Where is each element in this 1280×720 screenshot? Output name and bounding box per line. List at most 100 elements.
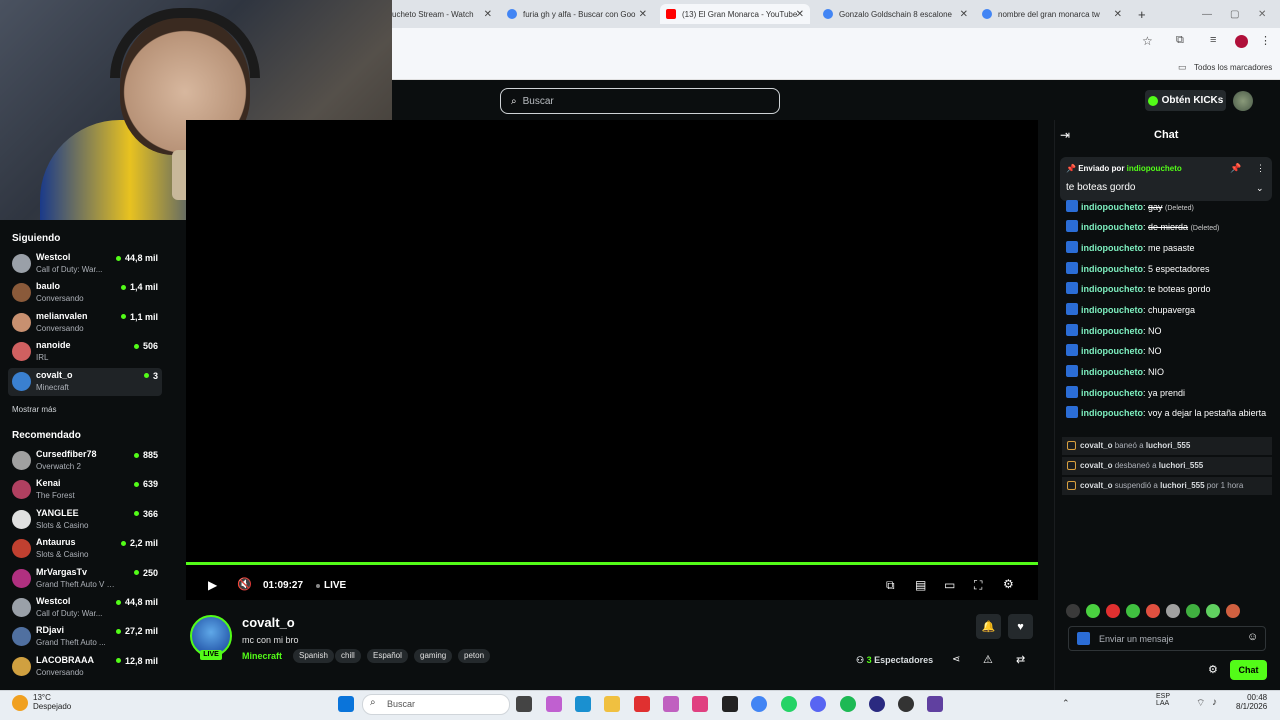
discord-icon[interactable]	[810, 696, 826, 712]
notification-bell-button[interactable]: 🔔	[976, 614, 1001, 639]
sidebar-channel-lacobraaa[interactable]: LACOBRAAA Conversando 12,8 mil	[8, 653, 162, 681]
sidebar-channel-covalt_o[interactable]: covalt_o Minecraft 3	[8, 367, 162, 396]
play-icon[interactable]: ▶	[208, 578, 217, 592]
all-bookmarks-link[interactable]: Todos los marcadores	[1194, 63, 1272, 72]
file-explorer-icon[interactable]	[604, 696, 620, 712]
chat-message[interactable]: indiopoucheto: voy a dejar la pestaña ab…	[1066, 406, 1272, 420]
tag-chip[interactable]: Spanish	[293, 649, 334, 663]
chat-username[interactable]: indiopoucheto	[1081, 326, 1143, 336]
theater-icon[interactable]: ▭	[944, 578, 955, 592]
chat-message[interactable]: indiopoucheto: te boteas gordo	[1066, 282, 1272, 296]
sidebar-channel-nanoide[interactable]: nanoide IRL 506	[8, 338, 162, 366]
browser-tab[interactable]: furia gh y alfa - Buscar con Goo ✕	[507, 4, 647, 24]
windows-start-icon[interactable]	[338, 696, 354, 712]
live-indicator[interactable]: LIVE	[316, 580, 346, 591]
tray-chevron-icon[interactable]: ⌃	[1062, 698, 1070, 709]
chat-message[interactable]: indiopoucheto: NIO	[1066, 365, 1272, 379]
user-avatar[interactable]	[1233, 91, 1253, 111]
clip-icon[interactable]: ▤	[915, 578, 926, 592]
send-chat-button[interactable]: Chat	[1230, 660, 1267, 680]
fullscreen-icon[interactable]: ⛶	[974, 578, 982, 593]
browser-tab-active[interactable]: (13) El Gran Monarca - YouTube ✕	[660, 4, 810, 24]
media-icon[interactable]: ≡	[1210, 34, 1216, 46]
pin-toggle-icon[interactable]: 📌	[1230, 163, 1241, 174]
close-icon[interactable]: ✕	[639, 9, 647, 20]
tag-chip[interactable]: Español	[367, 649, 408, 663]
mod-target[interactable]: luchori_555	[1146, 441, 1190, 450]
pinned-user[interactable]: indiopoucheto	[1127, 164, 1182, 173]
chat-username[interactable]: indiopoucheto	[1081, 388, 1143, 398]
sidebar-channel-antaurus[interactable]: Antaurus Slots & Casino 2,2 mil	[8, 535, 162, 563]
sidebar-channel-kenai[interactable]: Kenai The Forest 639	[8, 476, 162, 504]
sidebar-channel-westcol[interactable]: Westcol Call of Duty: War... 44,8 mil	[8, 250, 162, 278]
close-icon[interactable]: ✕	[796, 9, 804, 20]
emote-icon[interactable]	[1146, 604, 1160, 618]
app3-icon[interactable]	[927, 696, 943, 712]
get-kicks-button[interactable]: Obtén KICKs	[1145, 90, 1226, 111]
obs-icon[interactable]	[869, 696, 885, 712]
new-tab-icon[interactable]: +	[1138, 4, 1154, 24]
address-bar[interactable]: ☆ ⧉ ≡ ⋮	[392, 28, 1280, 56]
profile-icon[interactable]	[1235, 35, 1248, 48]
sidebar-channel-rdjavi[interactable]: RDjavi Grand Theft Auto ... 27,2 mil	[8, 623, 162, 651]
settings-icon[interactable]: ⚙	[1003, 577, 1014, 591]
clock[interactable]: 00:48 8/1/2026	[1236, 693, 1267, 711]
stream-category[interactable]: Minecraft	[242, 651, 282, 661]
emote-icon[interactable]	[1106, 604, 1120, 618]
video-player[interactable]	[186, 120, 1038, 600]
emoji-icon[interactable]: ☺	[1247, 631, 1258, 643]
pinned-message[interactable]: 📌 Enviado por indiopoucheto 📌 ⋮ te botea…	[1060, 157, 1272, 201]
extensions-icon[interactable]: ⧉	[1176, 34, 1184, 47]
app2-icon[interactable]	[898, 696, 914, 712]
chat-username[interactable]: indiopoucheto	[1081, 305, 1143, 315]
menu-icon[interactable]: ⋮	[1260, 34, 1271, 47]
window-close-icon[interactable]: ✕	[1258, 4, 1274, 24]
mod-target[interactable]: luchori_555	[1160, 481, 1204, 490]
wifi-icon[interactable]: ⌔	[1196, 697, 1205, 710]
chat-message[interactable]: indiopoucheto: ya prendi	[1066, 386, 1272, 400]
channel-name[interactable]: covalt_o	[242, 615, 295, 630]
chat-message[interactable]: indiopoucheto: NO	[1066, 324, 1272, 338]
mod-actor[interactable]: covalt_o	[1080, 441, 1112, 450]
taskbar-search-input[interactable]: Buscar	[362, 694, 510, 715]
emote-icon[interactable]	[1066, 604, 1080, 618]
sidebar-channel-yanglee[interactable]: YANGLEE Slots & Casino 366	[8, 506, 162, 534]
mod-target[interactable]: luchori_555	[1159, 461, 1203, 470]
chat-message[interactable]: indiopoucheto: gay (Deleted)	[1066, 200, 1272, 216]
emote-icon[interactable]	[1206, 604, 1220, 618]
chat-username[interactable]: indiopoucheto	[1081, 243, 1143, 253]
tag-chip[interactable]: chill	[335, 649, 361, 663]
emote-icon[interactable]	[1166, 604, 1180, 618]
spotify-icon[interactable]	[840, 696, 856, 712]
sidebar-channel-westcol[interactable]: Westcol Call of Duty: War... 44,8 mil	[8, 594, 162, 622]
emote-icon[interactable]	[1086, 604, 1100, 618]
chat-message[interactable]: indiopoucheto: me pasaste	[1066, 241, 1272, 255]
task-view-icon[interactable]	[516, 696, 532, 712]
close-icon[interactable]: ✕	[1114, 9, 1122, 20]
emote-icon[interactable]	[1186, 604, 1200, 618]
collapse-chat-icon[interactable]: ⇥	[1060, 128, 1070, 142]
report-icon[interactable]: ⚠	[983, 653, 993, 666]
sidebar-channel-baulo[interactable]: baulo Conversando 1,4 mil	[8, 279, 162, 307]
chat-settings-icon[interactable]: ⚙	[1208, 663, 1218, 676]
sidebar-channel-mrvargastv[interactable]: MrVargasTv Grand Theft Auto V (G... 250	[8, 565, 162, 593]
chat-input-box[interactable]: ☺	[1068, 626, 1266, 651]
chevron-down-icon[interactable]: ⌄	[1256, 183, 1264, 194]
mute-icon[interactable]: 🔇	[237, 577, 252, 591]
copilot-icon[interactable]	[546, 696, 562, 712]
follow-button[interactable]: ♥	[1008, 614, 1033, 639]
chat-username[interactable]: indiopoucheto	[1081, 284, 1143, 294]
chat-username[interactable]: indiopoucheto	[1081, 346, 1143, 356]
terminal-icon[interactable]	[722, 696, 738, 712]
show-more-link[interactable]: Mostrar más	[12, 405, 56, 414]
chat-input[interactable]	[1099, 632, 1239, 646]
progress-bar[interactable]	[186, 562, 1038, 565]
instagram-icon[interactable]	[692, 696, 708, 712]
gift-icon[interactable]: ⇄	[1016, 653, 1025, 666]
browser-tab[interactable]: nombre del gran monarca tw ✕	[982, 4, 1122, 24]
language-indicator[interactable]: ESP LAA	[1156, 693, 1170, 707]
chat-username[interactable]: indiopoucheto	[1081, 202, 1143, 212]
chat-message[interactable]: indiopoucheto: chupaverga	[1066, 303, 1272, 317]
minimize-icon[interactable]: —	[1202, 4, 1218, 24]
chat-username[interactable]: indiopoucheto	[1081, 222, 1143, 232]
